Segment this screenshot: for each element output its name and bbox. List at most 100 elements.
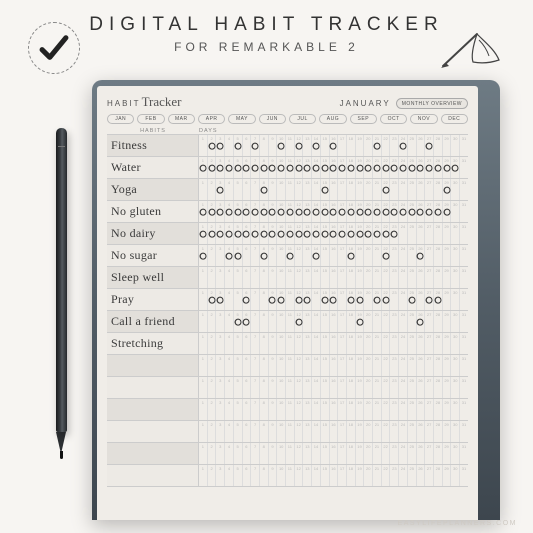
day-cell[interactable]: 30 bbox=[451, 179, 460, 200]
day-cell[interactable]: 18 bbox=[347, 377, 356, 398]
day-cell[interactable]: 11 bbox=[286, 245, 295, 266]
day-cell[interactable]: 2 bbox=[208, 201, 217, 222]
day-cell[interactable]: 4 bbox=[225, 399, 234, 420]
day-cell[interactable]: 18 bbox=[347, 289, 356, 310]
day-cell[interactable]: 28 bbox=[434, 201, 443, 222]
day-cell[interactable]: 4 bbox=[225, 377, 234, 398]
day-cell[interactable]: 15 bbox=[321, 355, 330, 376]
day-cell[interactable]: 20 bbox=[364, 421, 373, 442]
day-cell[interactable]: 29 bbox=[443, 289, 452, 310]
day-cell[interactable]: 8 bbox=[260, 267, 269, 288]
day-cell[interactable]: 8 bbox=[260, 245, 269, 266]
month-pill-may[interactable]: MAY bbox=[228, 114, 255, 124]
day-cell[interactable]: 15 bbox=[321, 399, 330, 420]
habit-name-cell[interactable]: Sleep well bbox=[107, 267, 199, 288]
day-cell[interactable]: 27 bbox=[425, 311, 434, 332]
day-cell[interactable]: 11 bbox=[286, 223, 295, 244]
day-cell[interactable]: 9 bbox=[269, 245, 278, 266]
day-cell[interactable]: 10 bbox=[277, 135, 286, 156]
day-cell[interactable]: 21 bbox=[373, 377, 382, 398]
day-cell[interactable]: 22 bbox=[382, 179, 391, 200]
month-pill-mar[interactable]: MAR bbox=[168, 114, 195, 124]
day-cell[interactable]: 29 bbox=[443, 201, 452, 222]
day-cell[interactable]: 30 bbox=[451, 135, 460, 156]
day-cell[interactable]: 29 bbox=[443, 223, 452, 244]
day-cell[interactable]: 25 bbox=[408, 135, 417, 156]
day-cell[interactable]: 24 bbox=[399, 399, 408, 420]
month-pill-sep[interactable]: SEP bbox=[350, 114, 377, 124]
day-cell[interactable]: 11 bbox=[286, 465, 295, 486]
day-cell[interactable]: 21 bbox=[373, 179, 382, 200]
day-cell[interactable]: 9 bbox=[269, 289, 278, 310]
day-cell[interactable]: 19 bbox=[356, 311, 365, 332]
habit-name-cell[interactable] bbox=[107, 399, 199, 420]
day-cell[interactable]: 29 bbox=[443, 267, 452, 288]
day-cell[interactable]: 20 bbox=[364, 157, 373, 178]
day-cell[interactable]: 6 bbox=[243, 267, 252, 288]
day-cell[interactable]: 1 bbox=[199, 443, 208, 464]
day-cell[interactable]: 9 bbox=[269, 377, 278, 398]
day-cell[interactable]: 3 bbox=[216, 157, 225, 178]
day-cell[interactable]: 5 bbox=[234, 223, 243, 244]
day-cell[interactable]: 3 bbox=[216, 311, 225, 332]
day-cell[interactable]: 27 bbox=[425, 157, 434, 178]
day-cell[interactable]: 22 bbox=[382, 245, 391, 266]
day-cell[interactable]: 15 bbox=[321, 443, 330, 464]
day-cell[interactable]: 23 bbox=[390, 443, 399, 464]
day-cell[interactable]: 13 bbox=[303, 399, 312, 420]
day-cell[interactable]: 18 bbox=[347, 311, 356, 332]
day-cell[interactable]: 17 bbox=[338, 443, 347, 464]
day-cell[interactable]: 26 bbox=[417, 245, 426, 266]
day-cell[interactable]: 21 bbox=[373, 267, 382, 288]
day-cell[interactable]: 28 bbox=[434, 399, 443, 420]
day-cell[interactable]: 26 bbox=[417, 289, 426, 310]
day-cell[interactable]: 28 bbox=[434, 311, 443, 332]
day-cell[interactable]: 15 bbox=[321, 267, 330, 288]
day-cell[interactable]: 25 bbox=[408, 421, 417, 442]
day-cell[interactable]: 13 bbox=[303, 201, 312, 222]
day-cell[interactable]: 13 bbox=[303, 333, 312, 354]
day-cell[interactable]: 28 bbox=[434, 245, 443, 266]
day-cell[interactable]: 27 bbox=[425, 377, 434, 398]
day-cell[interactable]: 3 bbox=[216, 443, 225, 464]
day-cell[interactable]: 18 bbox=[347, 421, 356, 442]
day-cell[interactable]: 14 bbox=[312, 201, 321, 222]
day-cell[interactable]: 2 bbox=[208, 443, 217, 464]
day-cell[interactable]: 20 bbox=[364, 311, 373, 332]
day-cell[interactable]: 31 bbox=[460, 333, 468, 354]
day-cell[interactable]: 19 bbox=[356, 333, 365, 354]
day-cell[interactable]: 13 bbox=[303, 377, 312, 398]
day-cell[interactable]: 19 bbox=[356, 267, 365, 288]
day-cell[interactable]: 30 bbox=[451, 333, 460, 354]
day-cell[interactable]: 10 bbox=[277, 245, 286, 266]
day-cell[interactable]: 17 bbox=[338, 377, 347, 398]
day-cell[interactable]: 17 bbox=[338, 355, 347, 376]
day-cell[interactable]: 28 bbox=[434, 157, 443, 178]
day-cell[interactable]: 16 bbox=[330, 157, 339, 178]
day-cell[interactable]: 27 bbox=[425, 289, 434, 310]
day-cell[interactable]: 1 bbox=[199, 333, 208, 354]
day-cell[interactable]: 25 bbox=[408, 201, 417, 222]
day-cell[interactable]: 23 bbox=[390, 157, 399, 178]
day-cell[interactable]: 10 bbox=[277, 289, 286, 310]
day-cell[interactable]: 15 bbox=[321, 245, 330, 266]
day-cell[interactable]: 15 bbox=[321, 179, 330, 200]
habit-name-cell[interactable]: Stretching bbox=[107, 333, 199, 354]
day-cell[interactable]: 24 bbox=[399, 135, 408, 156]
day-cell[interactable]: 26 bbox=[417, 179, 426, 200]
day-cell[interactable]: 29 bbox=[443, 311, 452, 332]
day-cell[interactable]: 13 bbox=[303, 245, 312, 266]
day-cell[interactable]: 30 bbox=[451, 289, 460, 310]
day-cell[interactable]: 24 bbox=[399, 443, 408, 464]
day-cell[interactable]: 9 bbox=[269, 201, 278, 222]
day-cell[interactable]: 19 bbox=[356, 399, 365, 420]
day-cell[interactable]: 28 bbox=[434, 465, 443, 486]
day-cell[interactable]: 11 bbox=[286, 267, 295, 288]
day-cell[interactable]: 20 bbox=[364, 201, 373, 222]
day-cell[interactable]: 16 bbox=[330, 465, 339, 486]
day-cell[interactable]: 22 bbox=[382, 311, 391, 332]
day-cell[interactable]: 9 bbox=[269, 421, 278, 442]
day-cell[interactable]: 16 bbox=[330, 267, 339, 288]
day-cell[interactable]: 9 bbox=[269, 465, 278, 486]
day-cell[interactable]: 14 bbox=[312, 245, 321, 266]
